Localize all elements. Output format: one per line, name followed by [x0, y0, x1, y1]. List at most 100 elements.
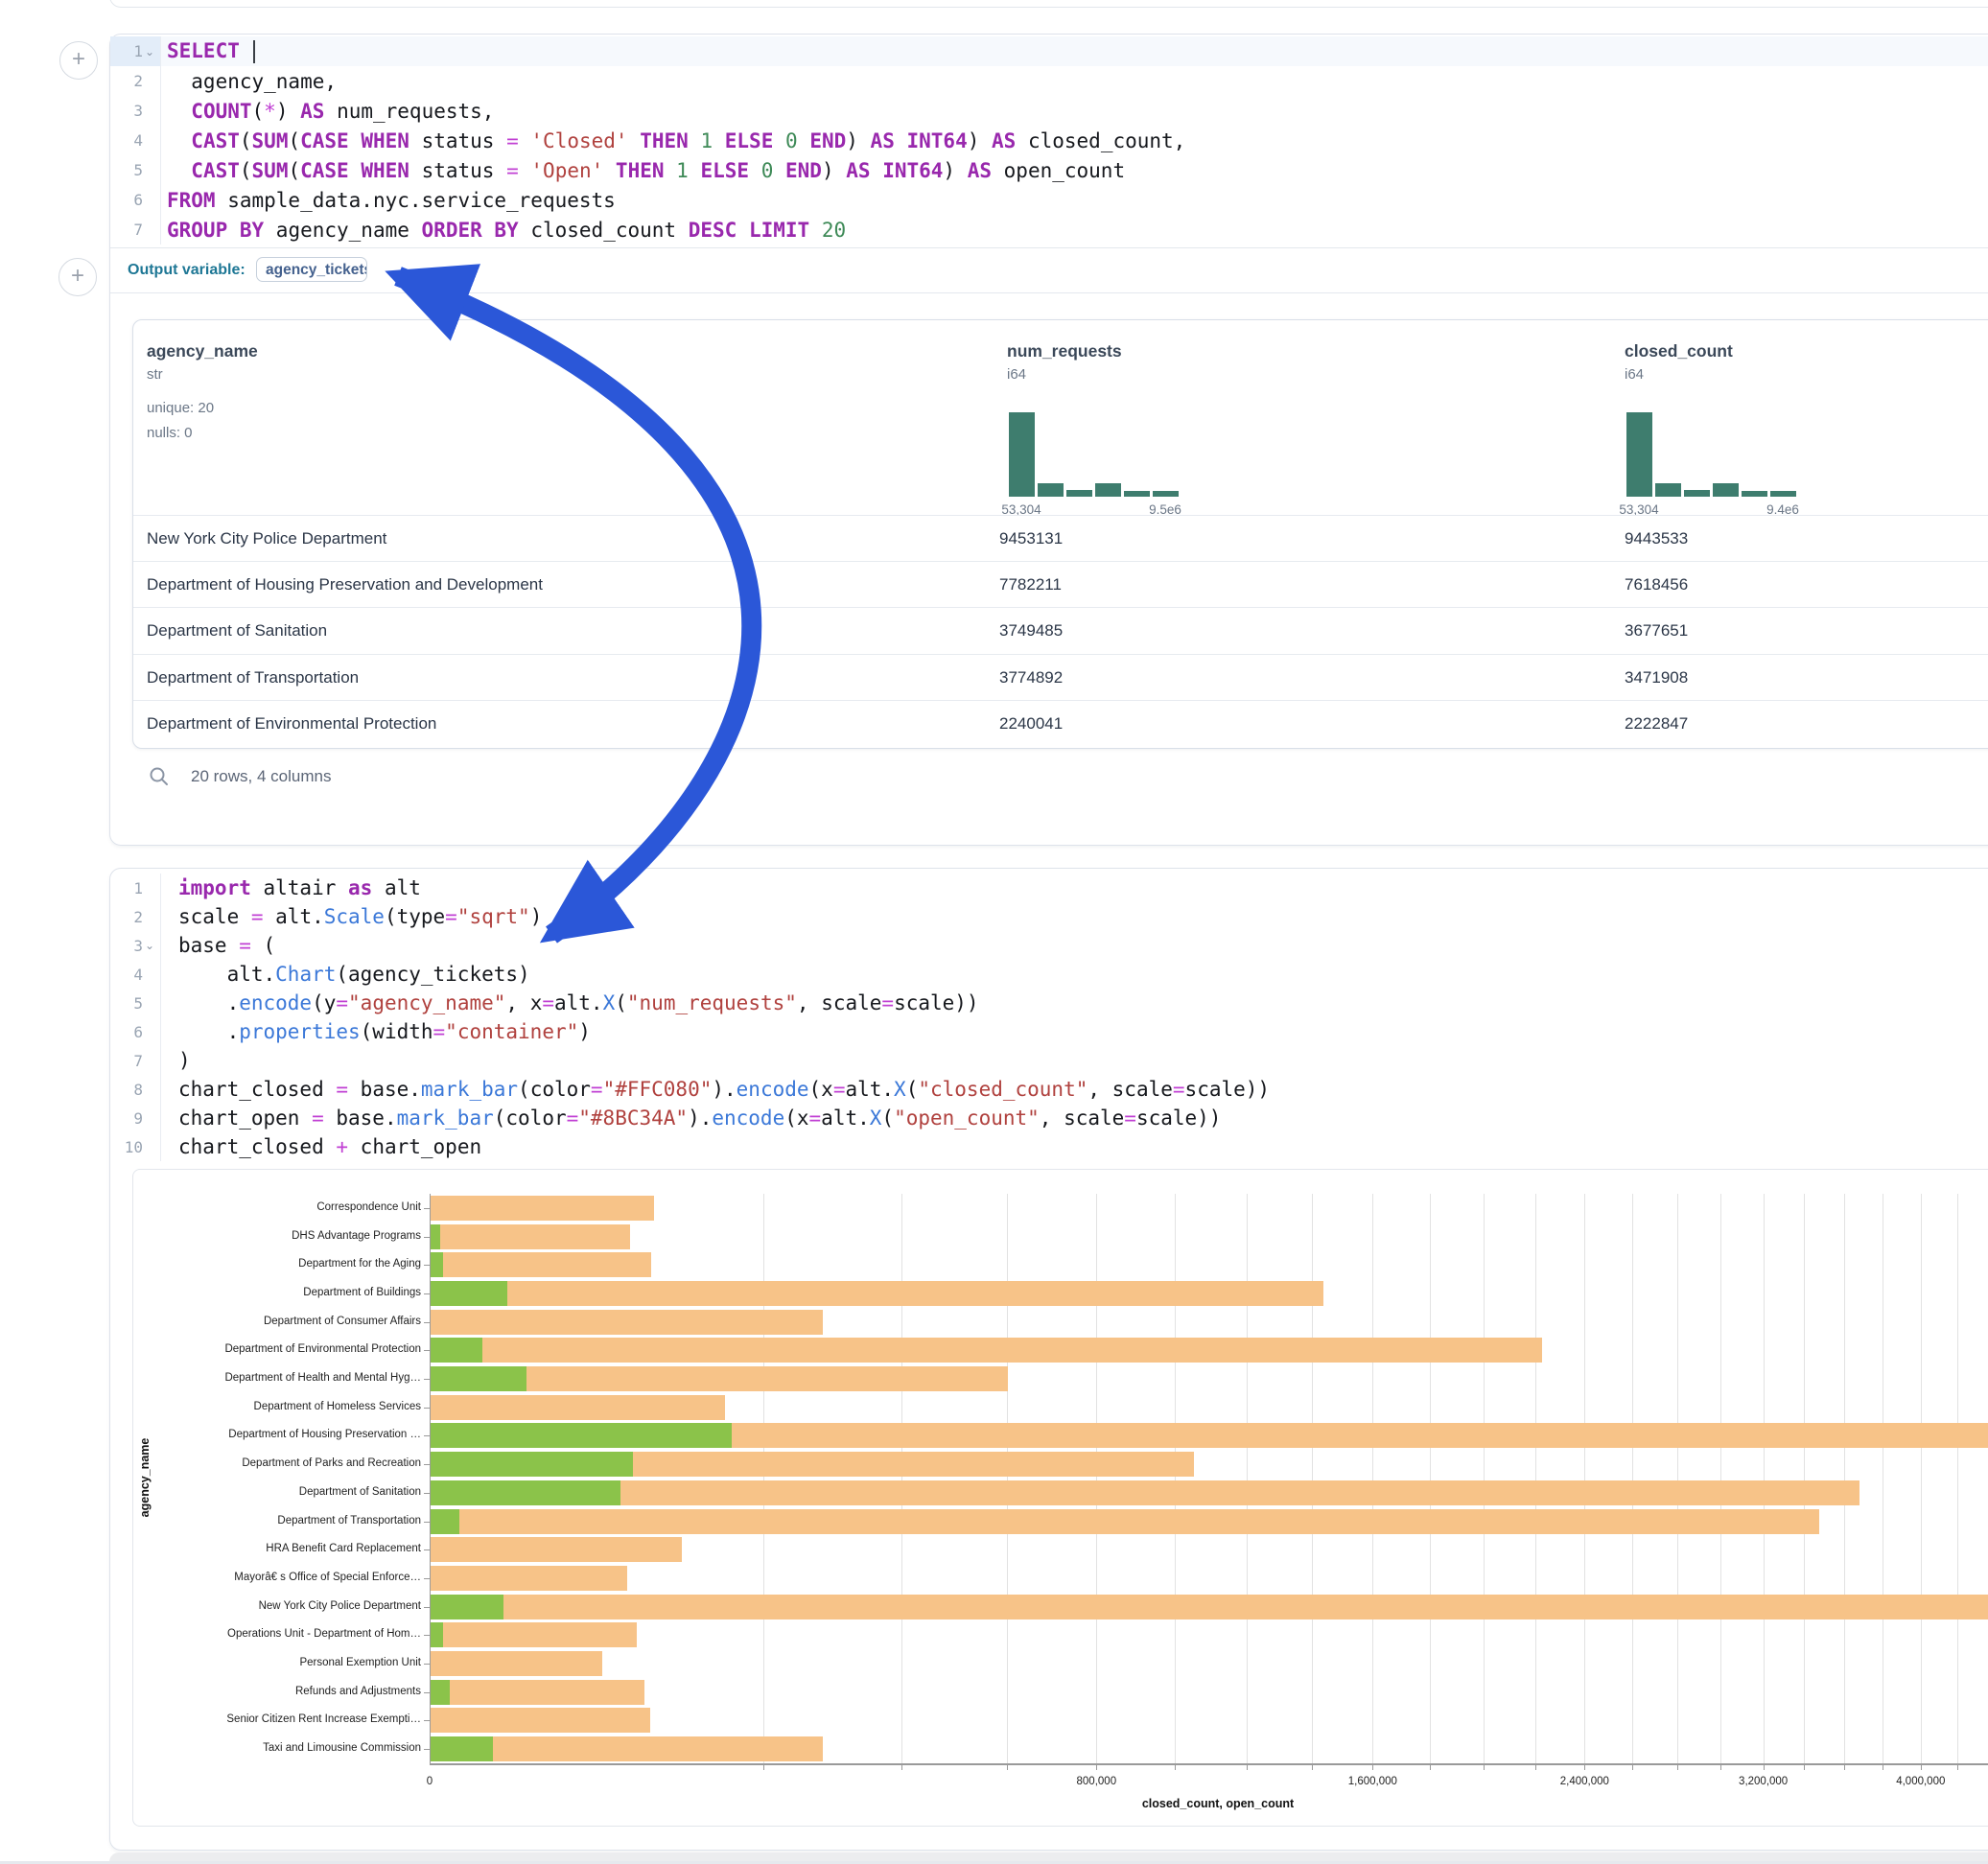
python-cell: 1⌄import altair as alt2⌄scale = alt.Scal…: [109, 868, 1988, 1851]
closed_count-bar: [431, 1680, 645, 1705]
table-row: Department of Environmental Protection 22…: [133, 700, 1988, 747]
y-axis-label: Correspondence Unit: [133, 1201, 421, 1213]
add-cell-button-middle[interactable]: +: [58, 258, 97, 296]
table-row: New York City Police Department945313194…: [133, 515, 1988, 562]
code-line: 2⌄ agency_name,: [110, 66, 1988, 96]
notebook-page: + + 1⌄SELECT 2⌄ agency_name,3⌄ COUNT(*) …: [0, 0, 1988, 1864]
code-line: 5⌄ CAST(SUM(CASE WHEN status = 'Open' TH…: [110, 155, 1988, 185]
gridline: [1096, 1194, 1097, 1763]
x-axis-tick: [901, 1764, 902, 1770]
open_count-bar: [431, 1480, 620, 1505]
y-axis-label: Mayorâ€ s Office of Special Enforce…: [133, 1572, 421, 1583]
closed_count-bar: [431, 1708, 650, 1733]
output-variable-row: Output variable: agency_tickets: [110, 248, 1988, 292]
x-axis-tick: [1096, 1764, 1097, 1770]
table-cell: Department of Housing Preservation and D…: [147, 562, 543, 608]
output-variable-label: Output variable:: [128, 248, 246, 292]
y-axis-label: Department of Consumer Affairs: [133, 1316, 421, 1327]
y-axis-label: Department of Housing Preservation …: [133, 1429, 421, 1440]
sql-editor[interactable]: 1⌄SELECT 2⌄ agency_name,3⌄ COUNT(*) AS n…: [110, 36, 1988, 245]
sql-cell: 1⌄SELECT 2⌄ agency_name,3⌄ COUNT(*) AS n…: [109, 34, 1988, 846]
histogram-bar: [1626, 412, 1652, 497]
chart-output: Correspondence Unit DHS Advantage Program…: [132, 1169, 1988, 1827]
fold-chevron-icon[interactable]: ⌄: [145, 45, 154, 58]
table-cell: 3471908: [1625, 655, 1688, 701]
table-cell: Department of Transportation: [147, 655, 359, 701]
closed_count-bar: [431, 1566, 628, 1591]
closed_count-bar: [431, 1252, 652, 1277]
table-cell: 3677651: [1625, 608, 1688, 654]
y-axis-label: Department of Environmental Protection: [133, 1343, 421, 1355]
y-axis-title: agency_name: [138, 1382, 152, 1573]
gridline: [1484, 1194, 1485, 1763]
column-histogram: [1009, 412, 1181, 497]
x-axis-tick: [1312, 1764, 1313, 1770]
fold-chevron-icon[interactable]: ⌄: [145, 939, 154, 952]
open_count-bar: [431, 1622, 443, 1647]
column-stat: unique: 20: [147, 400, 214, 416]
y-axis-label: Department for the Aging: [133, 1258, 421, 1270]
table-cell: 3749485: [999, 608, 1063, 654]
closed_count-bar: [431, 1509, 1820, 1534]
code-line: 1⌄import altair as alt: [110, 874, 1988, 902]
table-row: Department of Transportation 3774892 34719…: [133, 654, 1988, 701]
open_count-bar: [431, 1281, 507, 1306]
open_count-bar: [431, 1509, 459, 1534]
column-header[interactable]: num_requests: [1007, 341, 1122, 361]
y-axis-label: DHS Advantage Programs: [133, 1230, 421, 1242]
x-axis-tick: [1957, 1764, 1958, 1770]
code-line: 6⌄FROM sample_data.nyc.service_requests: [110, 185, 1988, 215]
previous-cell-edge: [109, 0, 1988, 8]
closed_count-bar: [431, 1595, 1988, 1619]
code-line: 7⌄): [110, 1046, 1988, 1075]
open_count-bar: [431, 1224, 441, 1249]
x-axis-tick: [763, 1764, 764, 1770]
code-line: 2⌄scale = alt.Scale(type="sqrt"): [110, 902, 1988, 931]
y-axis-label: Taxi and Limousine Commission: [133, 1742, 421, 1754]
add-cell-button-top[interactable]: +: [59, 41, 98, 80]
histogram-bar: [1124, 491, 1150, 497]
closed_count-bar: [431, 1395, 725, 1420]
code-line: 9⌄chart_open = base.mark_bar(color="#8BC…: [110, 1104, 1988, 1132]
x-axis-tick-label: 3,200,000: [1706, 1776, 1821, 1787]
histogram-bar: [1009, 412, 1035, 497]
gridline: [1247, 1194, 1248, 1763]
histogram-bar: [1770, 491, 1796, 497]
x-axis-tick: [1844, 1764, 1845, 1770]
column-header[interactable]: agency_name: [147, 341, 258, 361]
result-table: agency_namestrunique: 20nulls: 0num_requ…: [132, 319, 1988, 749]
search-icon[interactable]: [149, 766, 170, 787]
table-cell: 2222847: [1625, 701, 1688, 747]
y-axis-label: Refunds and Adjustments: [133, 1686, 421, 1697]
x-axis-tick: [1764, 1764, 1765, 1770]
column-header[interactable]: closed_count: [1625, 341, 1733, 361]
y-axis-label: Department of Buildings: [133, 1287, 421, 1298]
y-axis-label: New York City Police Department: [133, 1600, 421, 1612]
column-stat: nulls: 0: [147, 425, 193, 441]
table-cell: Department of Environmental Protection: [147, 701, 436, 747]
closed_count-bar: [431, 1196, 654, 1221]
histogram-bar: [1713, 483, 1739, 497]
code-line: 7⌄GROUP BY agency_name ORDER BY closed_c…: [110, 215, 1988, 245]
table-cell: 3774892: [999, 655, 1063, 701]
gridline: [763, 1194, 764, 1763]
open_count-bar: [431, 1338, 483, 1363]
x-axis-tick-label: 1,600,000: [1315, 1776, 1430, 1787]
y-axis-label: Personal Exemption Unit: [133, 1657, 421, 1668]
table-cell: 9443533: [1625, 516, 1688, 562]
x-axis-title: closed_count, open_count: [430, 1797, 1988, 1810]
python-editor[interactable]: 1⌄import altair as alt2⌄scale = alt.Scal…: [110, 874, 1988, 1161]
x-axis-tick: [1921, 1764, 1922, 1770]
column-type: i64: [1625, 366, 1644, 383]
histogram-bar: [1038, 483, 1064, 497]
gridline: [1535, 1194, 1536, 1763]
x-axis-tick: [1677, 1764, 1678, 1770]
x-axis-tick-label: 4,000,000: [1863, 1776, 1978, 1787]
gridline: [1632, 1194, 1633, 1763]
closed_count-bar: [431, 1537, 682, 1562]
gridline: [1677, 1194, 1678, 1763]
gridline: [1764, 1194, 1765, 1763]
histogram-bar: [1655, 483, 1681, 497]
code-line: 4⌄ alt.Chart(agency_tickets): [110, 960, 1988, 989]
output-variable-pill[interactable]: agency_tickets: [256, 257, 367, 282]
